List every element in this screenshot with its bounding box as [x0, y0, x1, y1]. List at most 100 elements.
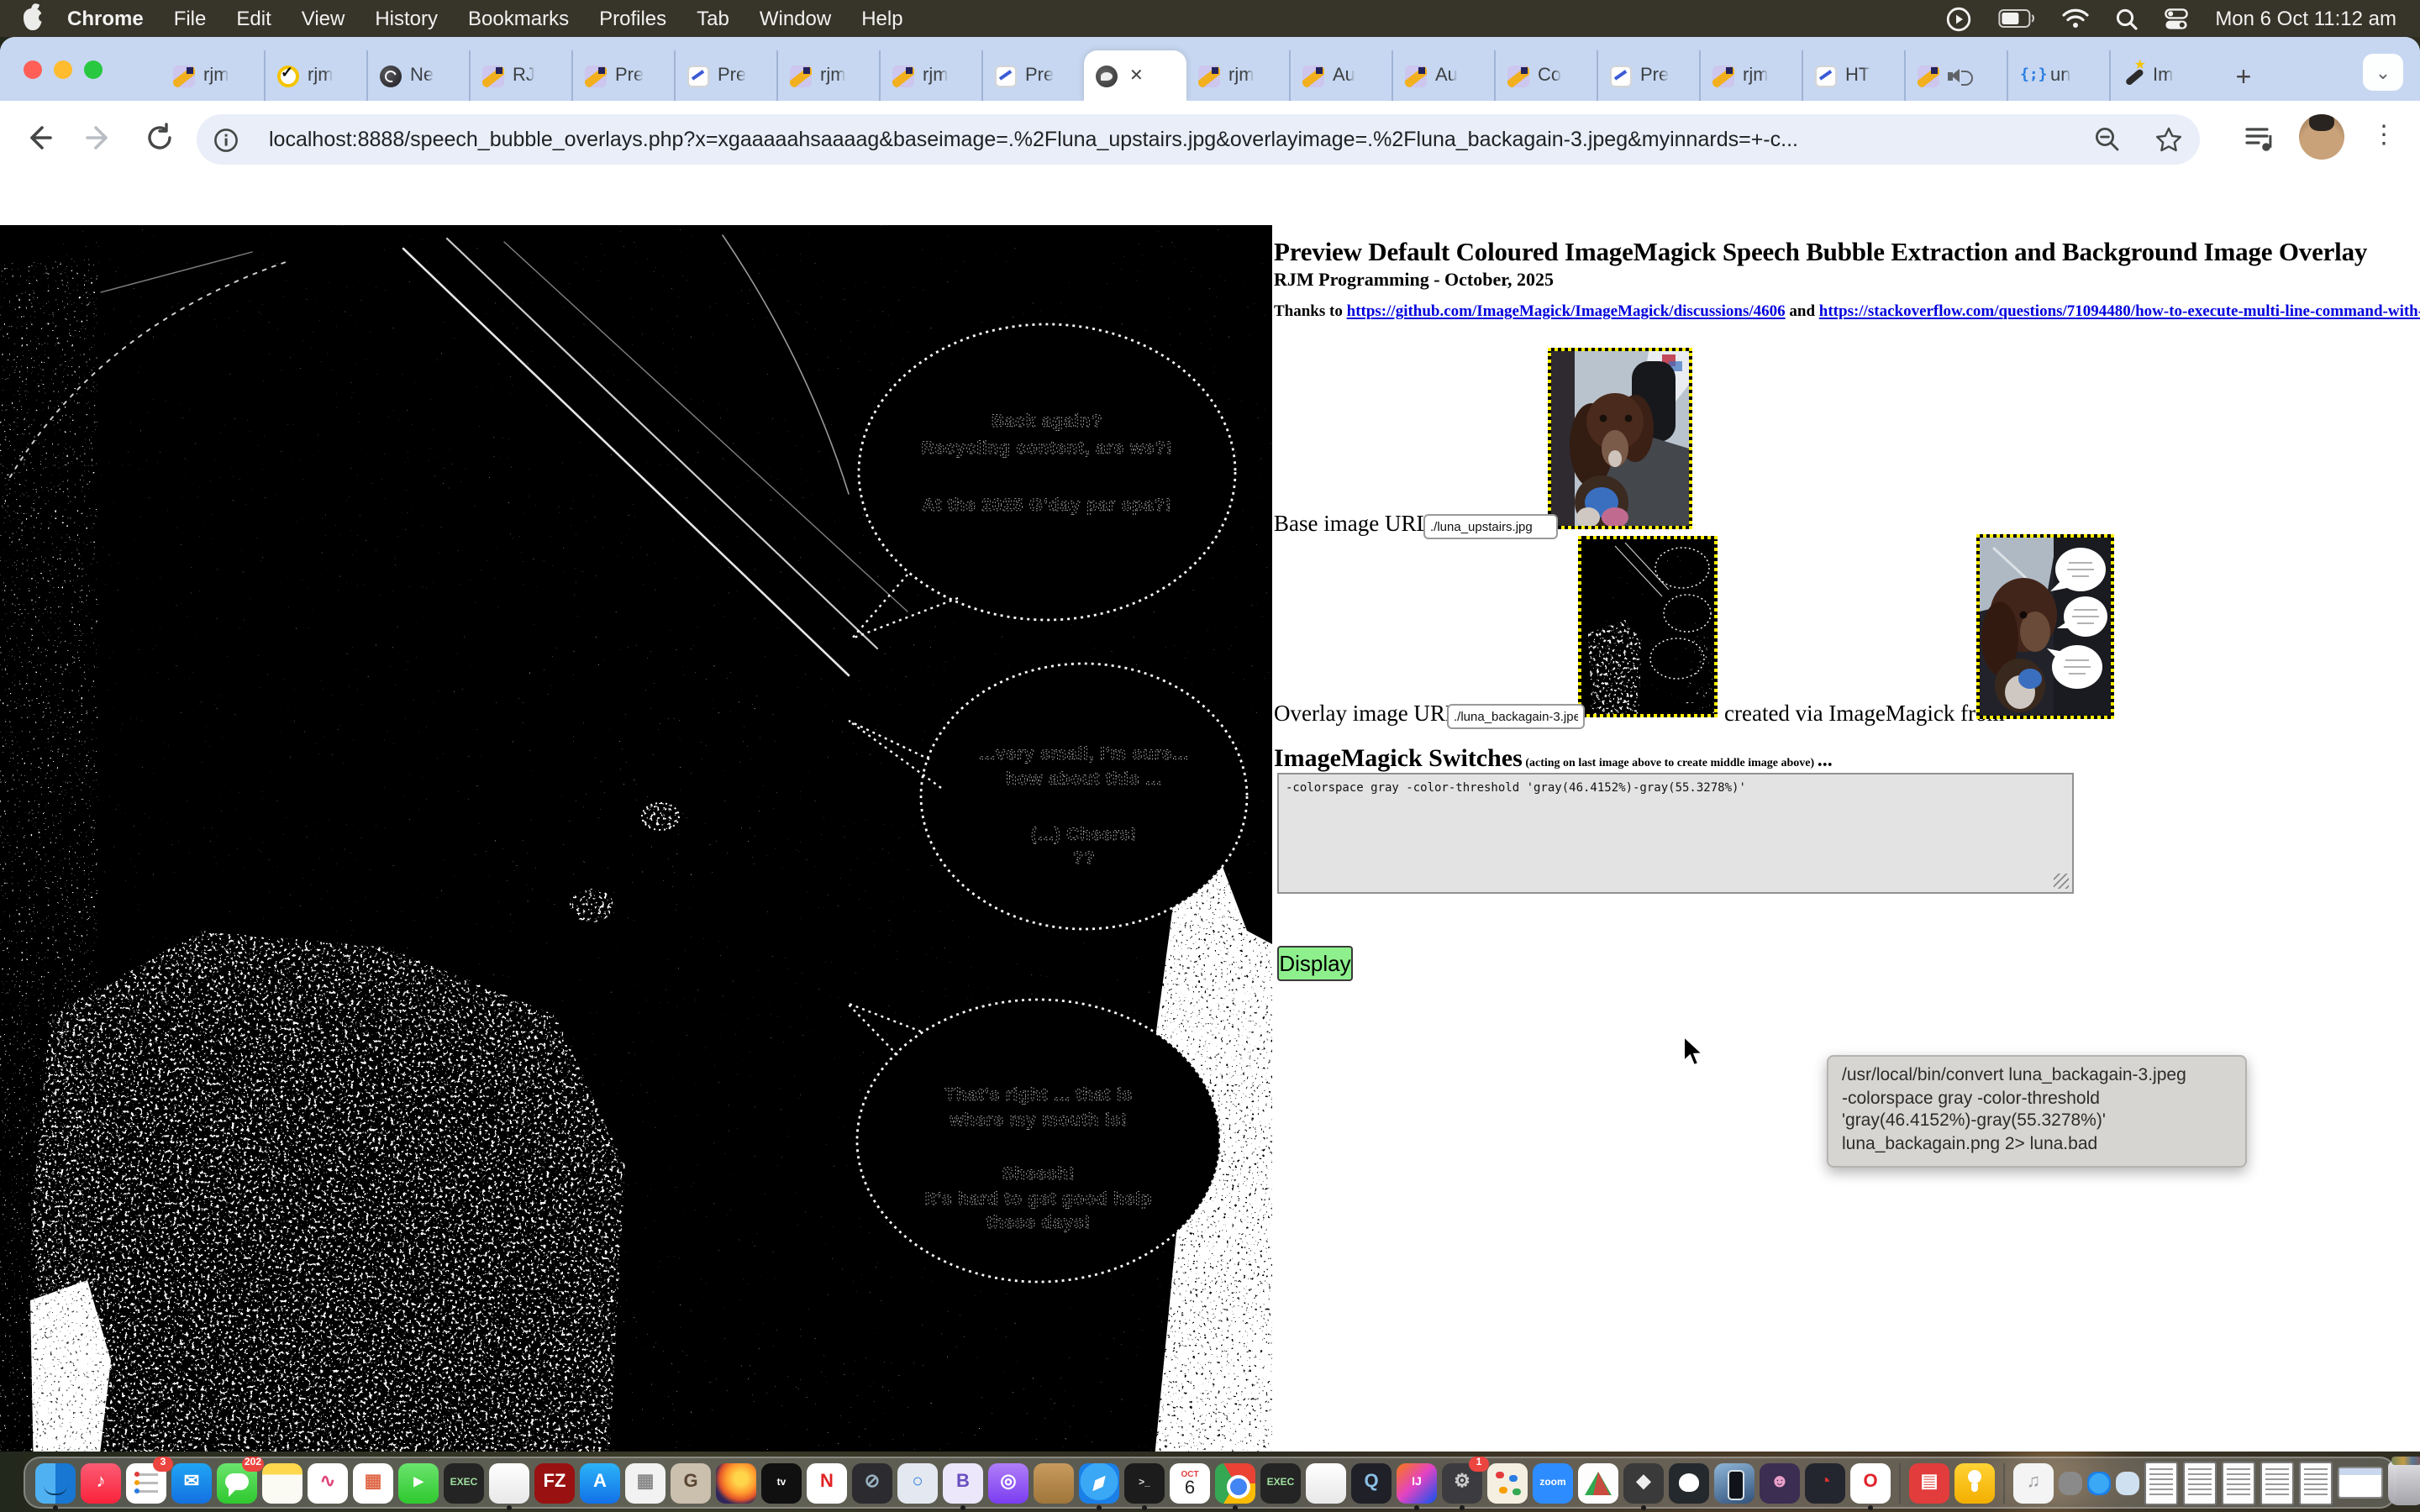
tab[interactable]: rjm [1699, 50, 1802, 101]
forward-icon[interactable] [84, 123, 114, 153]
bookmark-star-icon[interactable] [2154, 125, 2183, 154]
dock-quicktime[interactable]: Q [1351, 1462, 1392, 1503]
dock-face-app[interactable]: ☻ [1760, 1462, 1800, 1503]
control-center-icon[interactable] [2165, 8, 2188, 29]
dock-speedometer-app[interactable]: ◔ [1805, 1462, 1845, 1503]
dock-textedit-2[interactable] [1306, 1462, 1346, 1503]
play-circle-icon[interactable] [1946, 6, 1971, 31]
tab[interactable]: Ne [366, 50, 469, 101]
menu-item-window[interactable]: Window [744, 7, 846, 30]
tab[interactable]: rjm [1186, 50, 1289, 101]
dock-no-entry-app[interactable]: ⊘ [852, 1462, 892, 1503]
dock-news[interactable]: N [807, 1462, 847, 1503]
dock-red-media-app[interactable]: ▤ [1909, 1462, 1949, 1503]
dock-screen-sharing[interactable]: ○ [897, 1462, 938, 1503]
window-close-button[interactable] [24, 60, 42, 79]
tab[interactable]: rjm [879, 50, 981, 101]
display-button[interactable]: Display [1277, 946, 1353, 981]
tab[interactable]: Au [1392, 50, 1494, 101]
dock-mini-item-1[interactable] [2059, 1471, 2082, 1494]
dock-textedit[interactable] [489, 1462, 529, 1503]
url-text[interactable]: localhost:8888/speech_bubble_overlays.ph… [269, 128, 2077, 151]
dock-podcasts[interactable]: ◎ [988, 1462, 1028, 1503]
tab[interactable]: rjm [264, 50, 366, 101]
dock-finder[interactable] [35, 1462, 76, 1503]
overlay-image-thumbnail[interactable] [1578, 536, 1718, 717]
base-image-input[interactable] [1423, 514, 1558, 539]
omnibox[interactable]: localhost:8888/speech_bubble_overlays.ph… [197, 114, 2200, 165]
dock-trash[interactable] [2388, 1461, 2420, 1504]
menu-item-tab[interactable]: Tab [681, 7, 744, 30]
dock-chrome[interactable] [1215, 1462, 1255, 1503]
dock-installer-volume[interactable]: ♫ [2013, 1462, 2054, 1503]
dock-document-thumbnail-4[interactable] [2260, 1461, 2294, 1504]
tab[interactable]: Pre [1597, 50, 1699, 101]
menu-bar-clock[interactable]: Mon 6 Oct 11:12 am [2215, 7, 2396, 30]
dock-document-thumbnail-5[interactable] [2299, 1461, 2333, 1504]
dock-document-thumbnail-3[interactable] [2222, 1461, 2255, 1504]
window-minimize-button[interactable] [54, 60, 72, 79]
new-tab-button[interactable]: + [2222, 57, 2265, 101]
dock-document-thumbnail-1[interactable] [2144, 1461, 2178, 1504]
menu-item-edit[interactable]: Edit [221, 7, 286, 30]
menu-item-history[interactable]: History [360, 7, 453, 30]
dock-zoom[interactable]: zoom [1533, 1462, 1573, 1503]
tab[interactable]: Im [2109, 50, 2212, 101]
dock-keypad-app[interactable]: ▦ [625, 1462, 666, 1503]
dock-prism-app[interactable] [1578, 1462, 1618, 1503]
tab-active[interactable]: ✕ [1084, 50, 1186, 101]
overlay-image-input[interactable] [1447, 704, 1585, 729]
dock-settings-gear[interactable]: ⚙1 [1442, 1462, 1482, 1503]
dock-opera[interactable]: O [1850, 1462, 1891, 1503]
base-image-thumbnail[interactable] [1548, 348, 1692, 529]
dock-intellij-idea[interactable]: IJ [1397, 1462, 1437, 1503]
dock-facetime[interactable]: ▸ [398, 1462, 439, 1503]
dock-exec-app-2[interactable]: EXEC [1260, 1462, 1301, 1503]
tab[interactable]: HT [1802, 50, 1904, 101]
dock-inkscape[interactable]: ◆ [1623, 1462, 1664, 1503]
bubbled-source-thumbnail[interactable] [1976, 534, 2114, 719]
dock-github-desktop[interactable] [1669, 1462, 1709, 1503]
dock-apple-tv[interactable]: tv [761, 1462, 802, 1503]
zoom-out-icon[interactable] [2094, 126, 2121, 153]
dock-art-palette-app[interactable] [1487, 1462, 1528, 1503]
info-icon[interactable] [213, 127, 239, 152]
tab[interactable]: Pre [674, 50, 776, 101]
tab[interactable]: rjm [161, 50, 264, 101]
tab[interactable]: Co [1494, 50, 1597, 101]
menu-item-profiles[interactable]: Profiles [584, 7, 681, 30]
dock-safari[interactable] [1079, 1462, 1119, 1503]
dock-music[interactable]: ♪ [81, 1462, 121, 1503]
tab-search-button[interactable]: ⌄ [2363, 54, 2403, 91]
profile-avatar[interactable] [2299, 114, 2344, 160]
apple-menu-icon[interactable] [24, 8, 42, 29]
dock-calendar[interactable]: OCT6 [1170, 1462, 1210, 1503]
tab[interactable]: RJ [469, 50, 571, 101]
dock-filezilla[interactable]: FZ [534, 1462, 575, 1503]
media-controls-icon[interactable] [2245, 126, 2275, 153]
dock-bbedit[interactable]: B [943, 1462, 983, 1503]
stackoverflow-link[interactable]: https://stackoverflow.com/questions/7109… [1819, 304, 2420, 321]
menu-item-view[interactable]: View [287, 7, 360, 30]
spotlight-search-icon[interactable] [2116, 8, 2138, 29]
tab[interactable]: Au [1289, 50, 1392, 101]
dock-document-thumbnail-2[interactable] [2183, 1461, 2217, 1504]
switches-textarea[interactable]: -colorspace gray -color-threshold 'gray(… [1277, 773, 2074, 894]
dock-mini-safari[interactable] [2087, 1471, 2111, 1494]
menu-item-file[interactable]: File [159, 7, 222, 30]
dock-browser-window-thumbnail[interactable] [2338, 1467, 2383, 1499]
tab[interactable]: Pre [981, 50, 1084, 101]
wifi-icon[interactable] [2062, 8, 2089, 29]
textarea-resize-handle[interactable] [2054, 874, 2069, 889]
window-zoom-button[interactable] [84, 60, 103, 79]
dock-notes[interactable] [262, 1462, 302, 1503]
menu-item-help[interactable]: Help [846, 7, 918, 30]
menu-item-chrome[interactable]: Chrome [52, 7, 159, 30]
tab-audio-icon[interactable] [1948, 66, 1966, 85]
dock-messages[interactable]: 202 [217, 1462, 257, 1503]
github-discussion-link[interactable]: https://github.com/ImageMagick/ImageMagi… [1347, 304, 1786, 321]
dock-app-store[interactable]: A [580, 1462, 620, 1503]
dock-exec-app[interactable]: EXEC [444, 1462, 484, 1503]
dock-mini-document[interactable] [2116, 1471, 2139, 1494]
dock-iphone-mirroring[interactable] [1714, 1462, 1754, 1503]
